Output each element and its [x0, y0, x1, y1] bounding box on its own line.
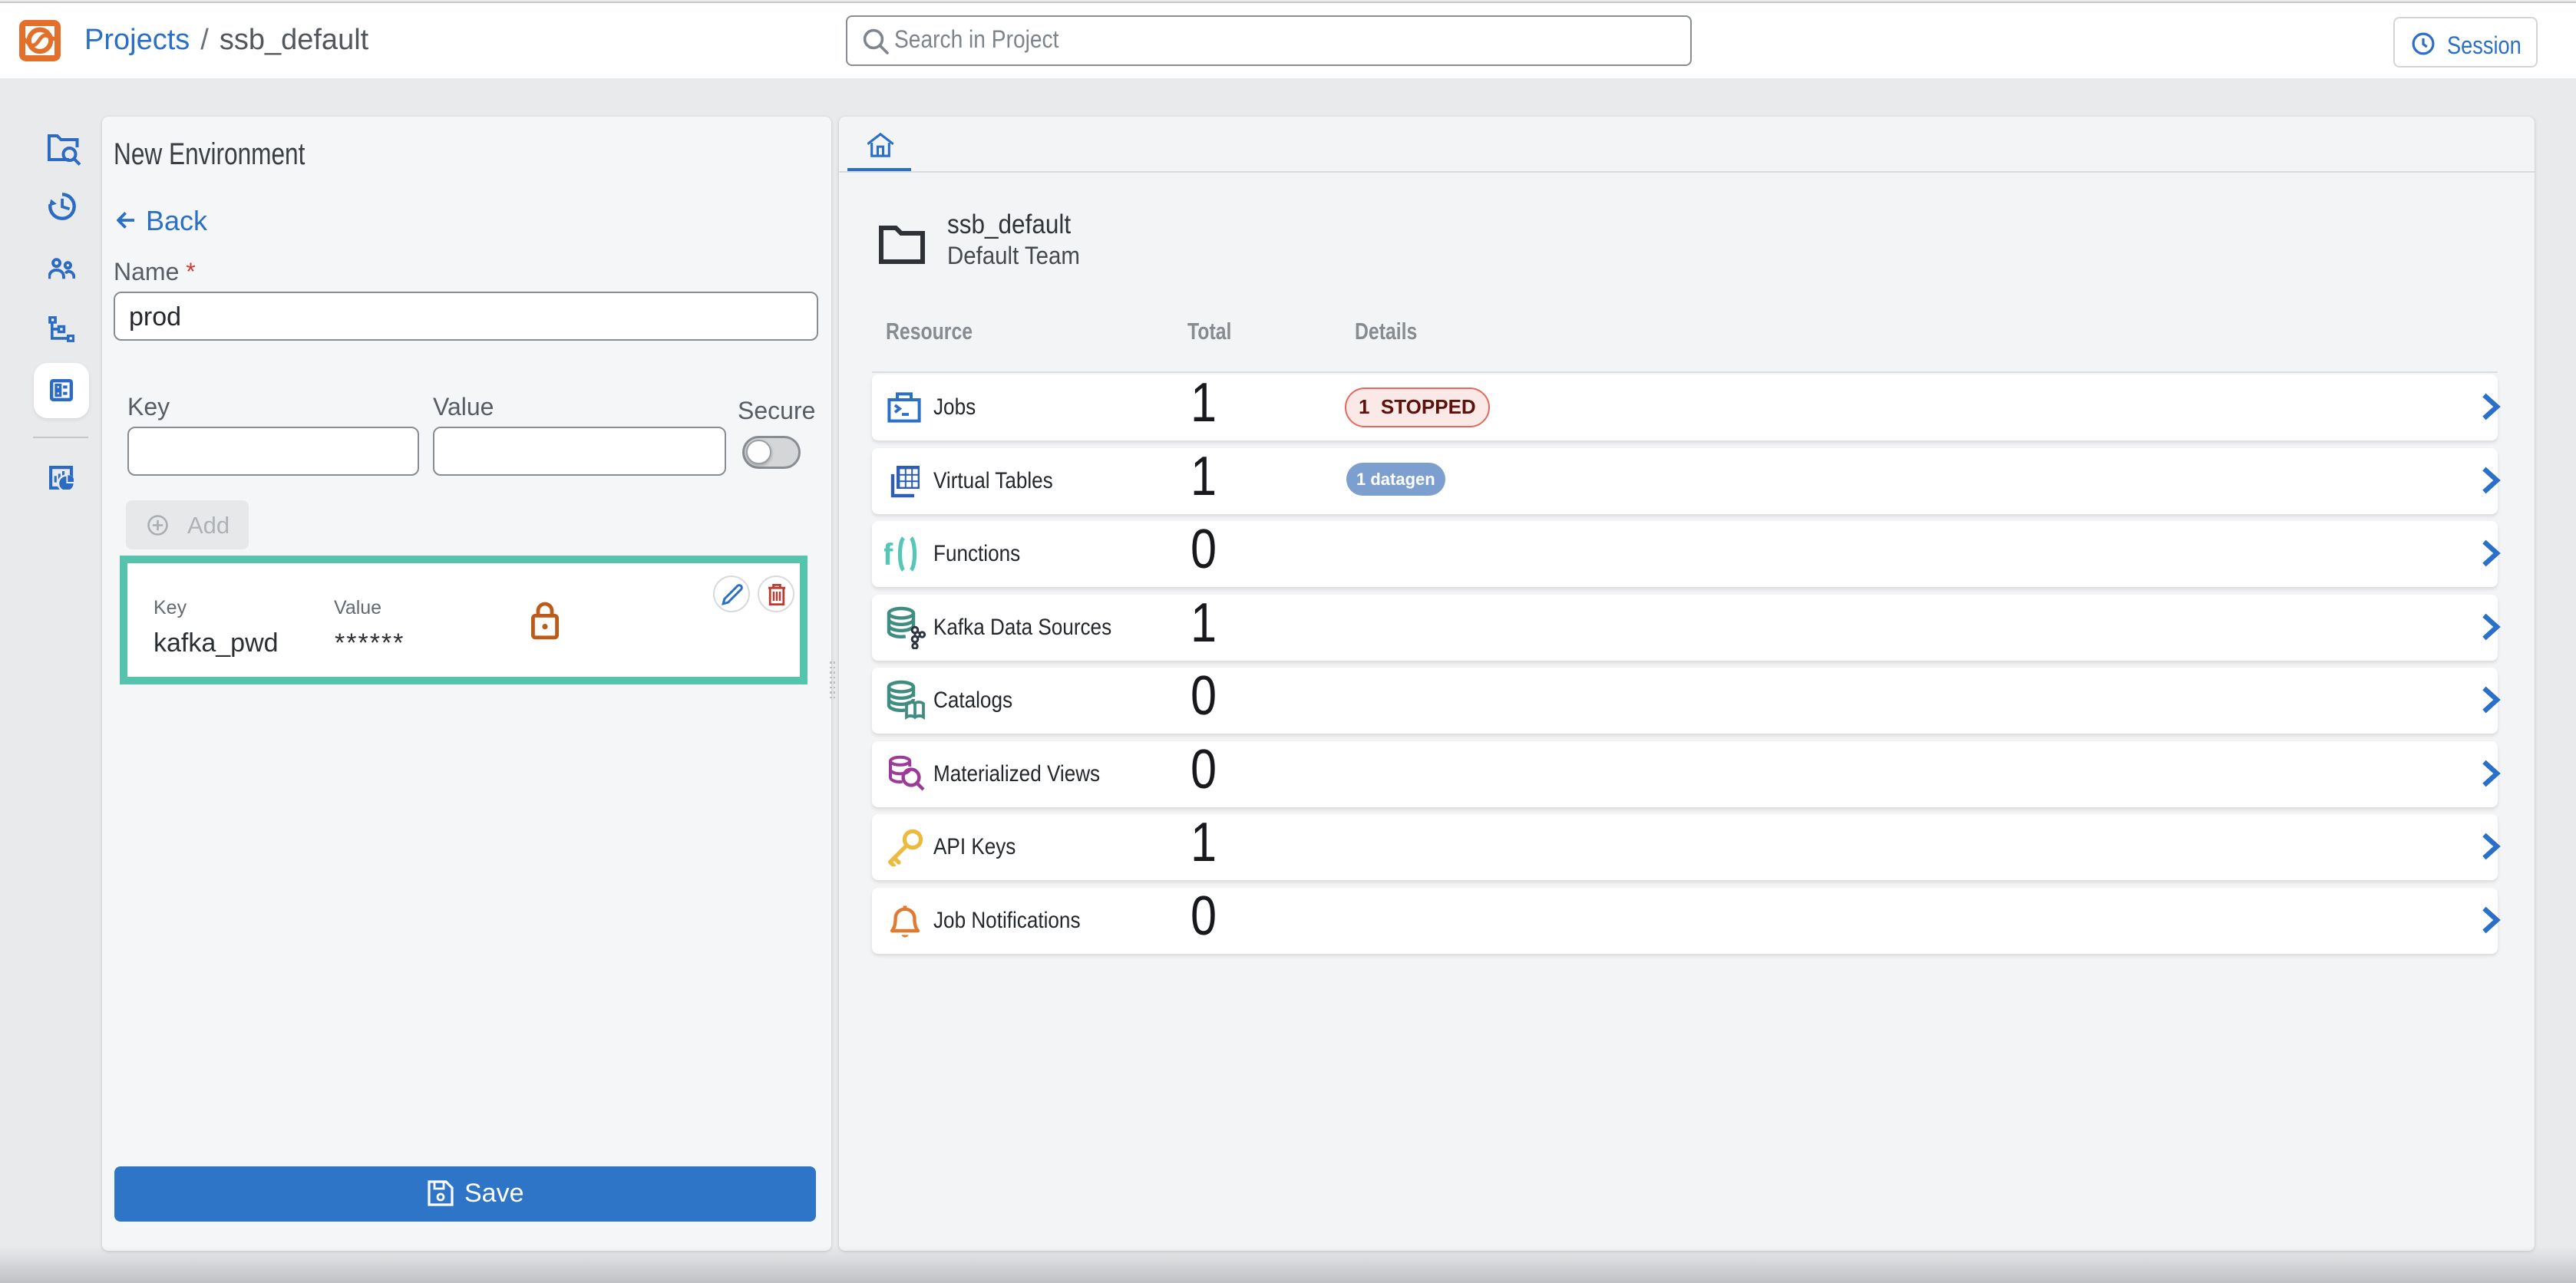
svg-text:f: f — [884, 538, 893, 572]
